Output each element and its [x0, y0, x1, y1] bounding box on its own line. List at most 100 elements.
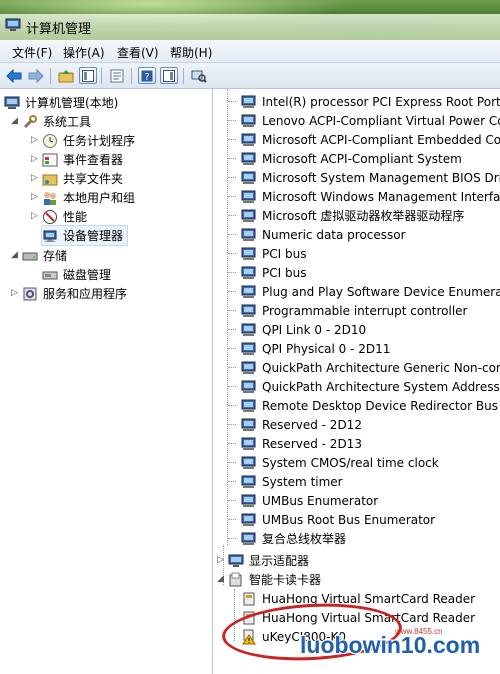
device-label: PCI bus	[262, 246, 307, 261]
expanded-arrow-icon[interactable]: ◢	[10, 117, 19, 126]
tree-item-label: 磁盘管理	[63, 268, 112, 282]
show-tree-icon[interactable]	[79, 67, 97, 84]
device-label: Reserved - 2D12	[262, 417, 362, 432]
menu-view[interactable]: 查看(V)	[117, 44, 159, 61]
scan-hardware-icon[interactable]	[190, 67, 208, 84]
device-label: Microsoft ACPI-Compliant Embedded Cont	[262, 132, 500, 147]
smartcard-reader-icon	[228, 572, 244, 588]
device-item[interactable]: Microsoft System Management BIOS Drive	[228, 168, 500, 187]
device-label: QPI Physical 0 - 2D11	[262, 341, 391, 356]
tree-item-disk-management[interactable]: 磁盘管理	[42, 265, 111, 284]
svg-text:?: ?	[144, 72, 149, 82]
shared-folder-icon	[42, 171, 58, 187]
collapsed-arrow-icon[interactable]: ▷	[30, 155, 39, 164]
device-item[interactable]: UMBus Enumerator	[228, 491, 379, 510]
display-adapter-icon	[228, 553, 244, 569]
collapsed-arrow-icon[interactable]: ▷	[30, 212, 39, 221]
device-label: QuickPath Architecture System Address De	[262, 379, 500, 394]
device-label: Plug and Play Software Device Enumerator	[262, 284, 500, 299]
tree-item-event-viewer[interactable]: ▷ 事件查看器	[30, 150, 123, 169]
device-item[interactable]: Reserved - 2D13	[228, 434, 362, 453]
menu-action[interactable]: 操作(A)	[63, 44, 105, 61]
device-item[interactable]: Microsoft ACPI-Compliant System	[228, 149, 462, 168]
device-icon	[241, 265, 257, 281]
device-item[interactable]: Microsoft ACPI-Compliant Embedded Cont	[228, 130, 500, 149]
help-icon[interactable]: ?	[138, 67, 156, 84]
device-item[interactable]: Lenovo ACPI-Compliant Virtual Power Con	[228, 111, 500, 130]
category-display-adapters[interactable]: ▷ 显示适配器	[216, 551, 309, 570]
services-icon	[22, 286, 38, 302]
device-item[interactable]: Microsoft Windows Management Interface	[228, 187, 500, 206]
device-item[interactable]: Intel(R) processor PCI Express Root Port…	[228, 92, 500, 111]
tree-item-computer-management[interactable]: 计算机管理(本地)	[4, 93, 118, 112]
tree-guide-line	[228, 234, 236, 235]
back-arrow-icon[interactable]	[5, 67, 23, 84]
action-pane-icon[interactable]	[160, 67, 178, 84]
device-label: Remote Desktop Device Redirector Bus	[262, 398, 498, 413]
tree-item-label: 共享文件夹	[63, 172, 124, 186]
collapsed-arrow-icon[interactable]: ▷	[30, 193, 39, 202]
tree-item-device-manager[interactable]: 设备管理器	[40, 225, 129, 246]
toolbar-separator	[101, 68, 102, 84]
device-item[interactable]: Numeric data processor	[228, 225, 406, 244]
window-title: 计算机管理	[26, 22, 92, 37]
device-item[interactable]: QuickPath Architecture System Address De	[228, 377, 500, 396]
category-label: 智能卡读卡器	[249, 573, 322, 587]
expanded-arrow-icon[interactable]: ◢	[10, 251, 19, 260]
tree-guide-line	[228, 348, 236, 349]
device-label: UMBus Enumerator	[262, 493, 379, 508]
collapsed-arrow-icon[interactable]: ▷	[216, 556, 225, 565]
menu-help[interactable]: 帮助(H)	[170, 44, 212, 61]
smartcard-icon	[241, 591, 257, 607]
tree-item-local-users-groups[interactable]: ▷ 本地用户和组	[30, 188, 135, 207]
category-smartcard-readers[interactable]: ◢ 智能卡读卡器	[216, 570, 321, 589]
device-item[interactable]: Reserved - 2D12	[228, 415, 362, 434]
up-folder-icon[interactable]	[57, 67, 75, 84]
event-viewer-icon	[42, 152, 58, 168]
device-icon	[241, 113, 257, 129]
device-item[interactable]: QuickPath Architecture Generic Non-core	[228, 358, 500, 377]
device-item[interactable]: UMBus Root Bus Enumerator	[228, 510, 436, 529]
device-label: Microsoft ACPI-Compliant System	[262, 151, 462, 166]
device-item[interactable]: System timer	[228, 472, 343, 491]
device-item[interactable]: 复合总线枚举器	[228, 529, 346, 548]
tree-item-task-scheduler[interactable]: ▷ 任务计划程序	[30, 131, 135, 150]
collapsed-arrow-icon[interactable]: ▷	[30, 174, 39, 183]
device-item[interactable]: PCI bus	[228, 244, 307, 263]
properties-icon[interactable]	[108, 67, 126, 84]
disk-icon	[42, 267, 58, 283]
device-item[interactable]: Microsoft 虚拟驱动器枚举器驱动程序	[228, 206, 464, 225]
tree-item-system-tools[interactable]: ◢ 系统工具	[10, 112, 91, 131]
tree-guide-line	[228, 329, 236, 330]
computer-mgmt-icon	[4, 95, 20, 111]
device-item[interactable]: System CMOS/real time clock	[228, 453, 439, 472]
device-icon	[241, 208, 257, 224]
device-item[interactable]: QPI Physical 0 - 2D11	[228, 339, 391, 358]
tree-item-performance[interactable]: ▷ 性能	[30, 207, 87, 226]
device-item[interactable]: Plug and Play Software Device Enumerator	[228, 282, 500, 301]
storage-icon	[22, 248, 38, 264]
tree-item-storage[interactable]: ◢ 存储	[10, 246, 67, 265]
forward-arrow-icon[interactable]	[27, 67, 45, 84]
device-icon	[241, 322, 257, 338]
device-label: UMBus Root Bus Enumerator	[262, 512, 436, 527]
device-icon	[241, 417, 257, 433]
device-item[interactable]: Remote Desktop Device Redirector Bus	[228, 396, 498, 415]
device-item[interactable]: PCI bus	[228, 263, 306, 282]
expanded-arrow-icon[interactable]: ◢	[216, 575, 225, 584]
clock-icon	[42, 133, 58, 149]
device-item[interactable]: QPI Link 0 - 2D10	[228, 320, 366, 339]
device-label: System CMOS/real time clock	[262, 455, 439, 470]
tree-item-label: 存储	[43, 249, 68, 263]
tree-item-services-applications[interactable]: ▷ 服务和应用程序	[10, 284, 127, 303]
collapsed-arrow-icon[interactable]: ▷	[30, 136, 39, 145]
device-item[interactable]: Programmable interrupt controller	[228, 301, 468, 320]
device-icon	[241, 94, 257, 110]
collapsed-arrow-icon[interactable]: ▷	[10, 289, 19, 298]
device-icon	[241, 227, 257, 243]
tree-item-shared-folders[interactable]: ▷ 共享文件夹	[30, 169, 123, 188]
menu-file[interactable]: 文件(F)	[12, 44, 52, 61]
device-list-pane: Intel(R) processor PCI Express Root Port…	[214, 89, 500, 674]
tree-guide-line	[228, 424, 236, 425]
tree-item-label: 系统工具	[43, 115, 92, 129]
